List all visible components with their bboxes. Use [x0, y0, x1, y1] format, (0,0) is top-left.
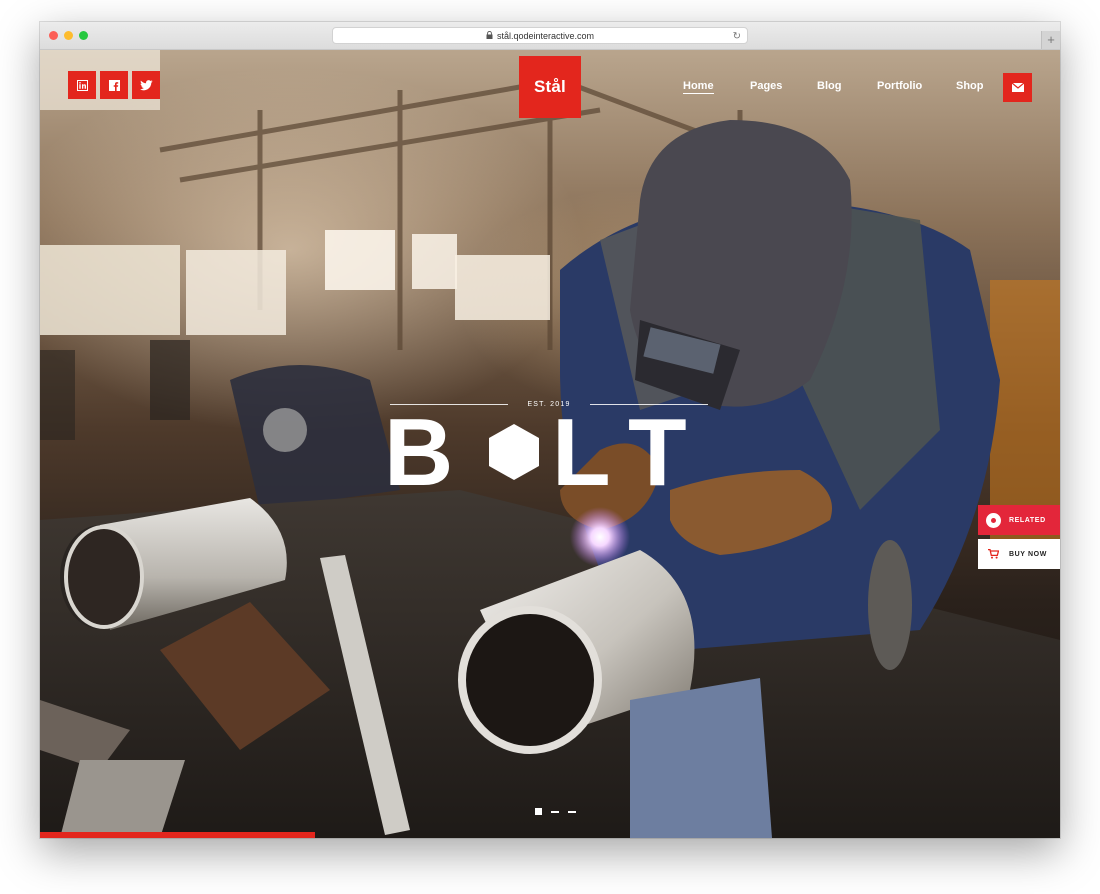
slider-pagination — [535, 808, 576, 815]
hexagon-icon — [489, 424, 539, 480]
cart-icon — [988, 549, 999, 559]
related-icon — [986, 512, 1001, 528]
reload-icon[interactable]: ↻ — [733, 28, 741, 45]
browser-toolbar: stål.qodeinteractive.com ↻ + — [40, 22, 1060, 50]
site-logo[interactable]: Stål — [519, 56, 581, 118]
close-window-button[interactable] — [49, 31, 58, 40]
hero-title-letter-b: B — [384, 412, 453, 492]
slide-indicator-2[interactable] — [551, 810, 559, 813]
linkedin-icon[interactable] — [68, 71, 96, 99]
minimize-window-button[interactable] — [64, 31, 73, 40]
nav-blog[interactable]: Blog — [817, 80, 841, 92]
established-label: EST. 2019 — [384, 400, 714, 410]
lock-icon — [486, 28, 493, 45]
hero-title-letter-t: T — [628, 412, 687, 492]
social-links — [68, 71, 160, 99]
twitter-icon[interactable] — [132, 71, 160, 99]
buy-now-label: BUY NOW — [1009, 550, 1047, 558]
hero-section: Stål Home Pages Blog Portfolio Shop EST.… — [40, 50, 1060, 838]
slide-progress-bar — [40, 832, 315, 838]
hero-title: B L T — [384, 412, 687, 492]
new-tab-button[interactable]: + — [1041, 31, 1060, 49]
browser-window: stål.qodeinteractive.com ↻ + Stål Home P… — [40, 22, 1060, 838]
nav-pages[interactable]: Pages — [750, 80, 782, 92]
zoom-window-button[interactable] — [79, 31, 88, 40]
related-label: RELATED — [1009, 516, 1046, 524]
nav-portfolio[interactable]: Portfolio — [877, 80, 922, 92]
slide-indicator-3[interactable] — [568, 810, 576, 813]
hero-title-letter-l: L — [552, 412, 611, 492]
slide-indicator-1[interactable] — [535, 808, 542, 815]
envelope-icon[interactable] — [1003, 73, 1032, 102]
nav-home[interactable]: Home — [683, 80, 714, 94]
address-bar[interactable]: stål.qodeinteractive.com ↻ — [332, 27, 748, 44]
facebook-icon[interactable] — [100, 71, 128, 99]
related-button[interactable]: RELATED — [978, 505, 1060, 535]
nav-shop[interactable]: Shop — [956, 80, 984, 92]
logo-text: Stål — [534, 77, 566, 96]
buy-now-button[interactable]: BUY NOW — [978, 539, 1060, 569]
url-text: stål.qodeinteractive.com — [496, 31, 595, 41]
